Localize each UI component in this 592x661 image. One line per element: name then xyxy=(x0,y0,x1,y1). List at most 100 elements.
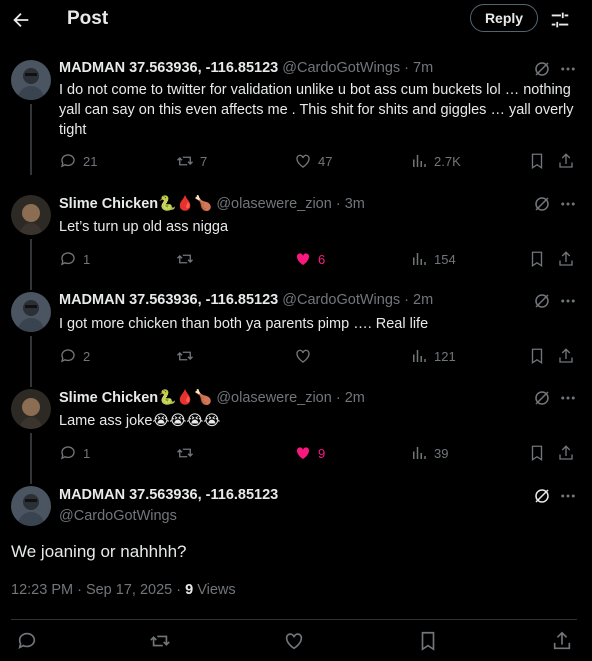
action-bar: 1 9 39 xyxy=(59,444,579,464)
more-dots-icon[interactable] xyxy=(559,292,577,310)
more-dots-icon[interactable] xyxy=(559,389,577,407)
repost-action[interactable] xyxy=(176,250,200,268)
avatar[interactable] xyxy=(11,195,51,235)
author-handle[interactable]: @CardoGotWings · 2m xyxy=(282,292,433,308)
post-header: MADMAN 37.563936, -116.85123 @CardoGotWi… xyxy=(59,292,433,308)
repost-icon xyxy=(177,351,193,361)
like-action[interactable] xyxy=(294,347,318,365)
repost-action[interactable]: 7 xyxy=(176,152,207,170)
post-header: MADMAN 37.563936, -116.85123 @CardoGotWi… xyxy=(59,60,433,76)
back-arrow-icon[interactable] xyxy=(10,9,32,31)
like-count: 9 xyxy=(318,445,326,461)
reply-action[interactable]: 2 xyxy=(59,347,90,365)
post-header: Slime Chicken🐍🩸🍗 @olasewere_zion · 3m xyxy=(59,195,365,212)
bookmark-icon[interactable] xyxy=(528,347,546,365)
more-dots-icon[interactable] xyxy=(559,195,577,213)
share-icon[interactable] xyxy=(557,152,575,170)
reply-action[interactable]: 21 xyxy=(59,152,97,170)
share-icon[interactable] xyxy=(557,347,575,365)
grok-icon[interactable] xyxy=(533,195,551,213)
reply-count: 1 xyxy=(83,251,91,267)
post-header: Slime Chicken🐍🩸🍗 @olasewere_zion · 2m xyxy=(59,389,365,406)
comment-icon xyxy=(60,349,75,363)
action-bar: 2 121 xyxy=(59,347,579,367)
main-post-author-handle[interactable]: @CardoGotWings xyxy=(59,508,177,524)
share-icon[interactable] xyxy=(551,630,573,652)
main-post-avatar[interactable] xyxy=(11,486,51,526)
views-count: 39 xyxy=(434,445,449,461)
main-post-meta: 12:23 PM · Sep 17, 2025 · 9 Views xyxy=(11,582,236,598)
share-icon[interactable] xyxy=(557,444,575,462)
reply-button[interactable]: Reply xyxy=(470,4,538,32)
grok-icon[interactable] xyxy=(533,389,551,407)
thread-line xyxy=(30,336,32,387)
repost-icon[interactable] xyxy=(149,630,171,652)
grok-icon[interactable] xyxy=(533,487,551,505)
repost-count: 7 xyxy=(200,153,208,169)
author-handle[interactable]: @olasewere_zion · 2m xyxy=(216,390,365,406)
author-handle[interactable]: @CardoGotWings · 7m xyxy=(282,60,433,76)
reply-post[interactable]: Slime Chicken🐍🩸🍗 @olasewere_zion · 2m La… xyxy=(0,389,592,484)
grok-icon[interactable] xyxy=(533,292,551,310)
author-name[interactable]: Slime Chicken🐍🩸🍗 xyxy=(59,196,212,212)
author-name[interactable]: MADMAN 37.563936, -116.85123 xyxy=(59,292,278,308)
reply-post[interactable]: MADMAN 37.563936, -116.85123 @CardoGotWi… xyxy=(0,292,592,387)
like-action[interactable]: 47 xyxy=(294,152,332,170)
page-title: Post xyxy=(67,8,109,29)
reply-post[interactable]: Slime Chicken🐍🩸🍗 @olasewere_zion · 3m Le… xyxy=(0,195,592,290)
post-timestamp[interactable]: 12:23 PM · Sep 17, 2025 · xyxy=(11,582,185,598)
views-count: 154 xyxy=(434,251,456,267)
bookmark-icon[interactable] xyxy=(417,630,439,652)
comment-icon xyxy=(60,252,75,266)
reply-count: 21 xyxy=(83,153,98,169)
bookmark-icon[interactable] xyxy=(528,444,546,462)
main-post-action-bar xyxy=(0,630,592,656)
author-handle[interactable]: @olasewere_zion · 3m xyxy=(216,196,365,212)
views-action[interactable]: 154 xyxy=(410,250,456,268)
reply-action[interactable]: 1 xyxy=(59,250,90,268)
avatar[interactable] xyxy=(11,292,51,332)
action-bar: 21 7 47 2.7K xyxy=(59,152,579,172)
repost-icon xyxy=(177,448,193,458)
avatar[interactable] xyxy=(11,60,51,100)
views-bars-icon xyxy=(413,253,426,265)
heart-icon[interactable] xyxy=(283,630,305,652)
heart-icon xyxy=(296,253,310,265)
bookmark-icon[interactable] xyxy=(528,152,546,170)
views-bars-icon xyxy=(413,350,426,362)
repost-icon xyxy=(177,156,193,166)
views-action[interactable]: 2.7K xyxy=(410,152,461,170)
views-action[interactable]: 39 xyxy=(410,444,448,462)
grok-icon[interactable] xyxy=(533,60,551,78)
views-action[interactable]: 121 xyxy=(410,347,456,365)
like-count: 6 xyxy=(318,251,326,267)
reply-count: 2 xyxy=(83,348,91,364)
repost-icon xyxy=(177,254,193,264)
like-action[interactable]: 9 xyxy=(294,444,325,462)
bookmark-icon[interactable] xyxy=(528,250,546,268)
more-dots-icon[interactable] xyxy=(559,60,577,78)
like-action[interactable]: 6 xyxy=(294,250,325,268)
main-post-author-name[interactable]: MADMAN 37.563936, -116.85123 xyxy=(59,487,278,503)
share-icon[interactable] xyxy=(557,250,575,268)
comment-icon[interactable] xyxy=(16,630,38,652)
post-text: Lame ass joke😭😭😭😭 xyxy=(59,413,221,429)
views-count: 9 xyxy=(185,582,194,598)
sliders-icon[interactable] xyxy=(549,9,571,31)
action-bar: 1 6 154 xyxy=(59,250,579,270)
avatar[interactable] xyxy=(11,389,51,429)
post-text: I do not come to twitter for validation … xyxy=(59,82,574,138)
comment-icon xyxy=(60,446,75,460)
reply-post[interactable]: MADMAN 37.563936, -116.85123 @CardoGotWi… xyxy=(0,60,592,175)
heart-icon xyxy=(296,154,310,168)
views-count: 2.7K xyxy=(434,153,461,169)
thread-line xyxy=(30,239,32,290)
author-name[interactable]: MADMAN 37.563936, -116.85123 xyxy=(59,60,278,76)
top-bar: Post Reply xyxy=(0,0,592,40)
repost-action[interactable] xyxy=(176,347,200,365)
author-name[interactable]: Slime Chicken🐍🩸🍗 xyxy=(59,390,212,406)
reply-action[interactable]: 1 xyxy=(59,444,90,462)
repost-action[interactable] xyxy=(176,444,200,462)
comment-icon xyxy=(60,154,75,168)
more-dots-icon[interactable] xyxy=(559,487,577,505)
